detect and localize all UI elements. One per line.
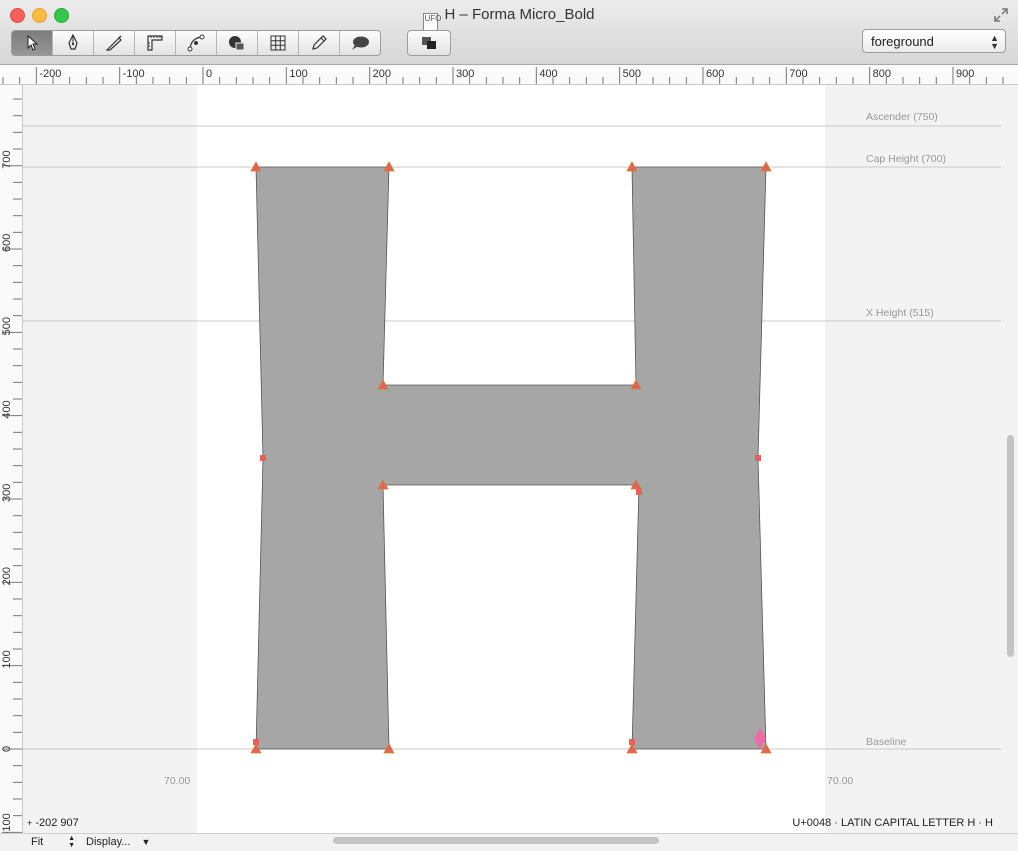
- glyph-editor-svg: Ascender (750) Cap Height (700) X Height…: [23, 111, 1001, 787]
- ruler-tool[interactable]: [135, 31, 176, 55]
- display-menu-label: Display...: [86, 836, 131, 848]
- layers-icon: [422, 37, 436, 49]
- shapes-tool[interactable]: [176, 31, 217, 55]
- horizontal-scrollbar[interactable]: [333, 837, 659, 844]
- crosshair-icon: +: [27, 818, 33, 828]
- eraser-tool[interactable]: [299, 31, 340, 55]
- x-height-label: X Height (515): [866, 307, 934, 319]
- grid-tool[interactable]: [258, 31, 299, 55]
- ruler-icon: [147, 35, 163, 51]
- ruler-label: 300: [1, 484, 13, 502]
- knife-tool[interactable]: [94, 31, 135, 55]
- baseline-label: Baseline: [866, 736, 906, 748]
- pen-nib-icon: [68, 34, 78, 50]
- ruler-label: 500: [1, 317, 13, 335]
- ruler-label: 0: [206, 68, 212, 80]
- window-title: H – Forma Micro_Bold: [444, 6, 595, 23]
- corner-point[interactable]: [260, 455, 266, 461]
- comment-tool[interactable]: [340, 31, 380, 55]
- window-title-group: UFO H – Forma Micro_Bold: [0, 6, 1018, 31]
- components-tool[interactable]: [217, 31, 258, 55]
- right-sidebearing-value: 70.00: [827, 775, 853, 787]
- ruler-label: 700: [789, 68, 807, 80]
- knife-icon: [105, 35, 122, 51]
- ruler-label: 200: [1, 567, 13, 585]
- updown-chevron-icon: ▲ ▼: [68, 835, 75, 849]
- ruler-label: 900: [956, 68, 974, 80]
- corner-point[interactable]: [253, 739, 259, 745]
- ascender-label: Ascender (750): [866, 111, 938, 123]
- ruler-label: 400: [1, 400, 13, 418]
- cap-height-label: Cap Height (700): [866, 153, 946, 165]
- vertical-scrollbar[interactable]: [1007, 435, 1014, 657]
- speech-bubble-icon: [352, 36, 369, 50]
- ruler-label: 700: [1, 150, 13, 168]
- ruler-label: 600: [1, 234, 13, 252]
- document-icon: UFO: [423, 13, 441, 31]
- arrow-pointer-icon: [27, 35, 39, 51]
- ruler-label: 100: [1, 650, 13, 668]
- ruler-label: 400: [539, 68, 557, 80]
- dropdown-triangle-icon: ▼: [141, 837, 151, 847]
- corner-point[interactable]: [755, 455, 761, 461]
- ruler-label: -100: [1, 813, 13, 833]
- grid-icon: [270, 35, 286, 51]
- glyph-canvas[interactable]: Ascender (750) Cap Height (700) X Height…: [23, 85, 1018, 833]
- glyph-info: U+0048 · LATIN CAPITAL LETTER H · H: [792, 817, 993, 829]
- bezier-node-icon: [187, 34, 205, 52]
- pen-tool[interactable]: [53, 31, 94, 55]
- ruler-label: -200: [39, 68, 61, 80]
- zoom-select-value: Fit: [31, 836, 44, 848]
- cursor-coordinates-value: -202 907: [35, 817, 79, 829]
- fullscreen-icon[interactable]: [994, 8, 1008, 22]
- horizontal-ruler: -200 -100 0 100 200 300 400 500 600 700 800 900: [0, 65, 1018, 85]
- updown-chevron-icon: ▲ ▼: [990, 33, 999, 51]
- layers-button[interactable]: [407, 30, 451, 56]
- shapes-icon: [229, 36, 245, 51]
- layer-select-value: foreground: [871, 34, 934, 49]
- display-menu[interactable]: Display... ▼: [86, 836, 150, 848]
- layer-select[interactable]: foreground ▲ ▼: [862, 29, 1006, 53]
- zoom-select[interactable]: Fit ▲ ▼: [31, 835, 75, 849]
- ruler-label: 300: [456, 68, 474, 80]
- pencil-icon: [312, 35, 327, 50]
- corner-point[interactable]: [636, 489, 642, 495]
- ruler-label: -100: [123, 68, 145, 80]
- corner-point[interactable]: [629, 739, 635, 745]
- tool-segmented-control: [11, 30, 381, 56]
- pointer-tool[interactable]: [12, 31, 53, 55]
- window-titlebar: UFO H – Forma Micro_Bold foreground ▲ ▼: [0, 0, 1018, 65]
- glyph-outline[interactable]: [255, 166, 767, 750]
- ruler-label: 500: [623, 68, 641, 80]
- ruler-label: 800: [873, 68, 891, 80]
- ruler-label: 200: [373, 68, 391, 80]
- ruler-label: 0: [1, 746, 13, 752]
- left-sidebearing-value: 70.00: [164, 775, 190, 787]
- ruler-label: 100: [289, 68, 307, 80]
- vertical-ruler: 700 600 500 400 300 200 100 0 -100: [0, 85, 23, 833]
- ruler-label: 600: [706, 68, 724, 80]
- cursor-coordinates: + -202 907: [27, 817, 79, 829]
